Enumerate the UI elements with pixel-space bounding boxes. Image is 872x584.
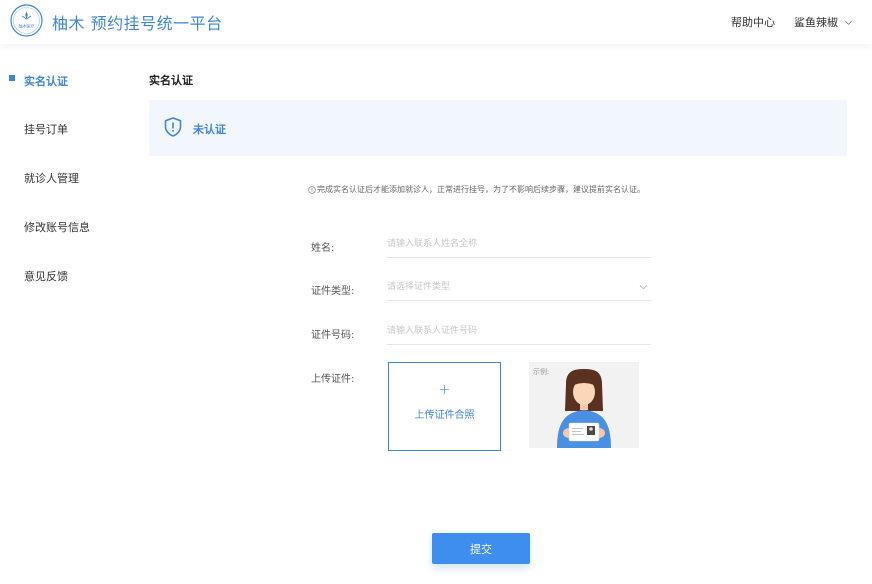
id-type-label: 证件类型: <box>311 286 355 297</box>
svg-text:柚木医疗: 柚木医疗 <box>19 23 35 29</box>
brand-title[interactable]: 柚木 预约挂号统一平台 <box>52 10 223 34</box>
upload-button[interactable]: + 上传证件合照 <box>388 362 501 451</box>
notice: 完成实名认证后才能添加就诊人，正常进行挂号，为了不影响后续步骤，建议提前实名认证… <box>308 184 645 195</box>
name-label: 姓名: <box>311 243 335 254</box>
help-center-link[interactable]: 帮助中心 <box>731 14 775 30</box>
upload-text: 上传证件合照 <box>414 410 475 421</box>
name-field-wrap <box>387 232 651 258</box>
sidebar-item-account[interactable]: 修改账号信息 <box>24 219 90 235</box>
notice-text: 完成实名认证后才能添加就诊人，正常进行挂号，为了不影响后续步骤，建议提前实名认证… <box>317 185 645 194</box>
chevron-down-icon <box>845 20 852 25</box>
user-menu[interactable]: 鲨鱼辣椒 <box>794 14 853 30</box>
name-input[interactable] <box>387 232 651 256</box>
plus-icon: + <box>438 382 451 398</box>
status-text: 未认证 <box>193 123 226 136</box>
submit-button[interactable]: 提交 <box>432 533 530 564</box>
sidebar-item-feedback[interactable]: 意见反馈 <box>24 268 68 284</box>
example-image: 示例: <box>529 362 639 448</box>
id-number-input[interactable] <box>387 319 651 343</box>
id-type-input[interactable] <box>387 275 651 299</box>
username: 鲨鱼辣椒 <box>794 16 838 29</box>
upload-label: 上传证件: <box>311 374 355 385</box>
top-header: 柚木医疗 柚木 预约挂号统一平台 帮助中心 鲨鱼辣椒 <box>0 0 872 44</box>
info-icon <box>308 185 316 194</box>
sidebar-item-patients[interactable]: 就诊人管理 <box>24 170 79 186</box>
active-marker <box>9 75 15 81</box>
id-number-field-wrap <box>387 319 651 345</box>
status-banner: 未认证 <box>149 100 847 156</box>
chevron-down-icon <box>639 284 648 290</box>
logo-icon[interactable]: 柚木医疗 <box>10 4 43 37</box>
id-type-select[interactable] <box>387 275 651 301</box>
id-number-label: 证件号码: <box>311 330 355 341</box>
example-label: 示例: <box>533 368 550 376</box>
sidebar-item-orders[interactable]: 挂号订单 <box>24 121 68 137</box>
sidebar-item-verification[interactable]: 实名认证 <box>24 73 68 89</box>
shield-icon <box>164 117 182 137</box>
page-title: 实名认证 <box>149 74 193 87</box>
